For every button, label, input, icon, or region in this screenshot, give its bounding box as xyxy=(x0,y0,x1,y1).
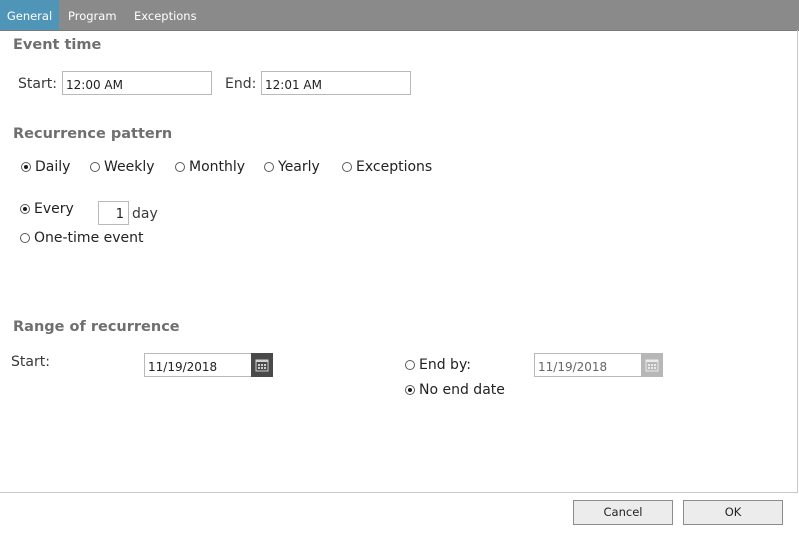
radio-daily-label: Daily xyxy=(35,159,71,175)
range-start-date-input[interactable] xyxy=(144,353,252,377)
tab-general[interactable]: General xyxy=(0,0,59,30)
tab-bar: General Program Exceptions xyxy=(0,0,799,31)
radio-every-indicator xyxy=(20,204,30,214)
range-of-recurrence-heading: Range of recurrence xyxy=(13,319,180,335)
range-start-label: Start: xyxy=(11,354,50,370)
tab-exceptions[interactable]: Exceptions xyxy=(134,0,197,30)
range-start-calendar-button[interactable] xyxy=(251,353,273,377)
recurrence-pattern-heading: Recurrence pattern xyxy=(13,126,173,142)
end-time-label: End: xyxy=(225,76,257,92)
ok-button[interactable]: OK xyxy=(683,500,783,525)
end-time-input[interactable] xyxy=(261,71,411,95)
radio-monthly[interactable]: Monthly xyxy=(175,159,253,177)
every-unit-label: day xyxy=(132,206,158,222)
radio-daily[interactable]: Daily xyxy=(21,159,81,177)
end-by-date-input[interactable] xyxy=(534,353,642,377)
event-time-heading: Event time xyxy=(13,37,102,53)
radio-exceptions-label: Exceptions xyxy=(356,159,433,175)
radio-no-end-date-label: No end date xyxy=(419,382,505,398)
radio-yearly-indicator xyxy=(264,162,274,172)
calendar-icon xyxy=(255,359,269,372)
cancel-button[interactable]: Cancel xyxy=(573,500,673,525)
radio-monthly-indicator xyxy=(175,162,185,172)
radio-daily-indicator xyxy=(21,162,31,172)
radio-no-end-date[interactable]: No end date xyxy=(405,382,515,400)
radio-one-time-event[interactable]: One-time event xyxy=(20,230,150,248)
start-time-label: Start: xyxy=(18,76,57,92)
radio-one-time-label: One-time event xyxy=(34,230,144,246)
calendar-icon xyxy=(645,359,659,372)
end-by-calendar-button[interactable] xyxy=(641,353,663,377)
radio-end-by-label: End by: xyxy=(419,357,471,373)
radio-yearly-label: Yearly xyxy=(278,159,320,175)
radio-every-label: Every xyxy=(34,201,74,217)
radio-yearly[interactable]: Yearly xyxy=(264,159,330,177)
radio-one-time-indicator xyxy=(20,233,30,243)
radio-no-end-date-indicator xyxy=(405,385,415,395)
dialog-content xyxy=(0,30,798,493)
radio-weekly-indicator xyxy=(90,162,100,172)
radio-monthly-label: Monthly xyxy=(189,159,246,175)
radio-weekly-label: Weekly xyxy=(104,159,155,175)
radio-every[interactable]: Every xyxy=(20,201,80,219)
start-time-input[interactable] xyxy=(62,71,212,95)
every-days-input[interactable] xyxy=(98,201,129,225)
radio-end-by-indicator xyxy=(405,360,415,370)
radio-exceptions[interactable]: Exceptions xyxy=(342,159,437,177)
radio-weekly[interactable]: Weekly xyxy=(90,159,162,177)
radio-end-by[interactable]: End by: xyxy=(405,357,480,375)
tab-program[interactable]: Program xyxy=(68,0,117,30)
radio-exceptions-indicator xyxy=(342,162,352,172)
